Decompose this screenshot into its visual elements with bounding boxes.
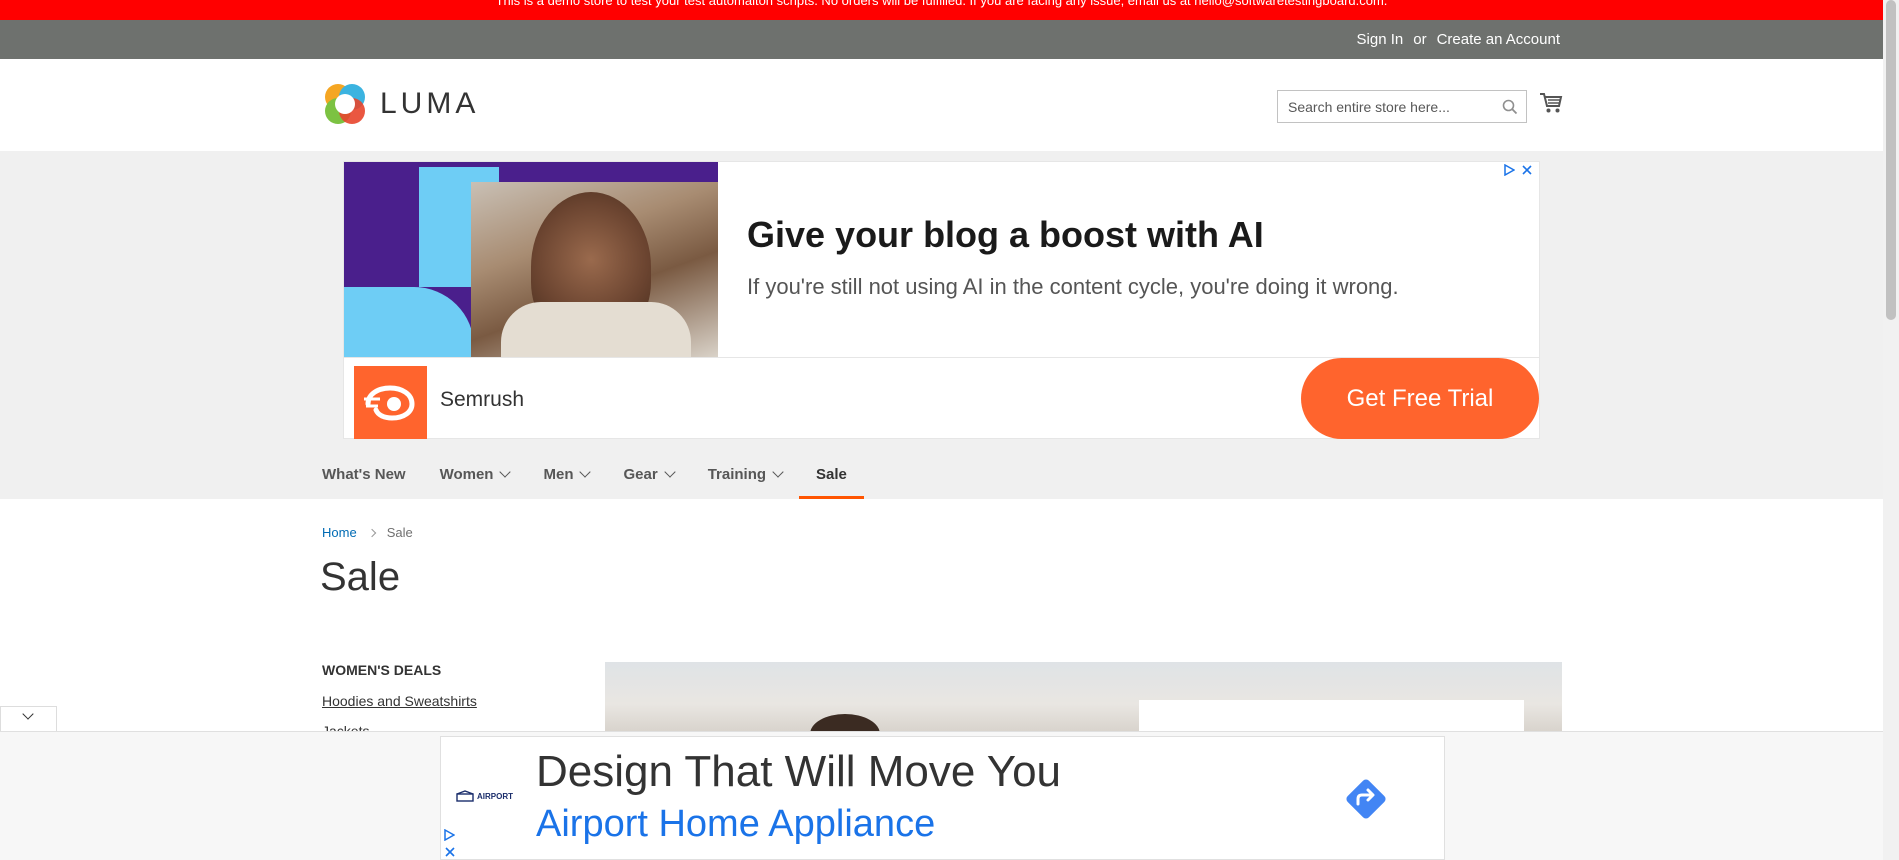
chevron-right-icon [367,528,376,537]
nav-item-sale[interactable]: Sale [799,449,864,499]
page: { "demo_notice": "This is a demo store t… [0,0,1899,860]
airport-logo-text: AIRPORT [477,791,513,801]
search-icon[interactable] [1502,99,1518,115]
nav-item-training[interactable]: Training [691,449,799,499]
breadcrumb-home-link[interactable]: Home [322,525,357,540]
sidebar-heading: WOMEN'S DEALS [322,662,442,678]
chevron-down-icon [579,466,592,478]
sign-in-link[interactable]: Sign In [1357,31,1404,48]
chevron-down-icon [499,466,512,478]
search-input[interactable] [1278,91,1488,122]
logo-text: LUMA [380,87,480,120]
nav-item-label: What's New [322,465,406,483]
nav-item-label: Training [707,465,767,483]
bottom-ad-banner[interactable]: AIRPORT Design That Will Move You Airpor… [440,736,1445,860]
airport-logo: AIRPORT [456,790,513,802]
breadcrumb: Home Sale [322,525,413,540]
sidebar-link-hoodies[interactable]: Hoodies and Sweatshirts [322,693,477,709]
nav-item-whats-new[interactable]: What's New [322,449,423,499]
nav-item-men[interactable]: Men [526,449,606,499]
hero-promo-box [1139,700,1524,732]
demo-notice-text: This is a demo store to test your test a… [495,0,1388,8]
create-account-link[interactable]: Create an Account [1437,31,1560,48]
ad-photo [471,182,718,357]
collapse-ad-toggle[interactable] [0,706,57,732]
or-text: or [1413,31,1427,48]
ad-photo-sweater [501,302,691,357]
nav-item-label: Sale [816,465,847,483]
page-scrollbar[interactable] [1883,0,1899,860]
semrush-logo [354,366,427,439]
chevron-down-icon [772,466,784,478]
ad-brand-name: Semrush [440,388,525,411]
site-header: LUMA [0,59,1883,151]
ad-choices[interactable] [1503,164,1533,176]
ad-subline: If you're still not using AI in the cont… [747,274,1399,299]
nav-item-label: Women [439,465,494,483]
nav-item-women[interactable]: Women [423,449,527,499]
semrush-logo-icon [364,385,415,421]
nav-item-label: Men [543,465,574,483]
ad-headline: Design That Will Move You [536,747,1062,796]
chevron-down-icon [664,466,676,478]
ad-brand-name: Airport Home Appliance [536,803,936,845]
ad-headline: Give your blog a boost with AI [747,214,1264,255]
nav-item-gear[interactable]: Gear [606,449,690,499]
close-ad-icon[interactable] [444,846,456,858]
hero-photo-person [810,714,880,732]
search-box [1277,90,1527,123]
demo-notice-banner: This is a demo store to test your test a… [0,0,1883,20]
airport-logo-icon [456,790,474,802]
nav-item-label: Gear [623,465,658,483]
close-ad-icon[interactable] [1521,164,1533,176]
luma-logo-icon [325,84,365,124]
cart-icon[interactable] [1539,92,1563,114]
directions-arrow-icon[interactable] [1341,774,1391,824]
adchoices-icon[interactable] [443,829,455,841]
page-title: Sale [320,555,401,599]
ad-image [344,162,718,357]
chevron-down-icon [22,708,34,720]
header-links: Sign In or Create an Account [1357,20,1560,59]
sale-hero-banner[interactable] [605,662,1562,732]
get-free-trial-button[interactable]: Get Free Trial [1301,358,1539,439]
adchoices-icon[interactable] [1503,164,1515,176]
main-nav: What's New Women Men Gear Training Sale [322,449,864,499]
ad-decor-shape [344,287,474,357]
breadcrumb-current: Sale [386,525,413,540]
logo[interactable]: LUMA [322,81,479,127]
panel-header: Sign In or Create an Account [0,20,1883,59]
scrollbar-thumb[interactable] [1886,0,1896,320]
top-ad-banner[interactable]: Give your blog a boost with AI If you're… [343,161,1540,439]
